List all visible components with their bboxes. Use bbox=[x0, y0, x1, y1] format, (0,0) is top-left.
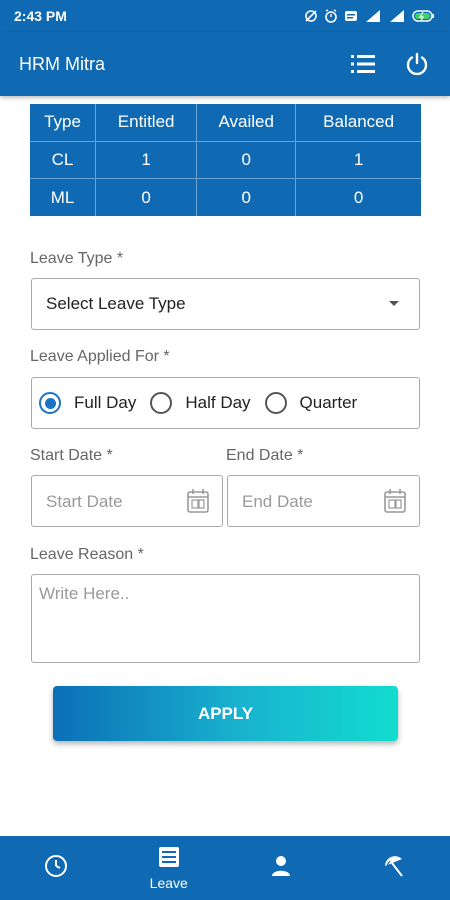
radio-unchecked-icon bbox=[264, 392, 287, 414]
leave-type-value: Select Leave Type bbox=[46, 294, 186, 313]
radio-quarter[interactable]: Quarter bbox=[264, 392, 358, 414]
table-row: ML 0 0 0 bbox=[30, 178, 421, 216]
app-title: HRM Mitra bbox=[19, 53, 105, 74]
table-header-cell: Type bbox=[30, 104, 97, 142]
reason-textarea[interactable]: Write Here.. bbox=[31, 574, 420, 663]
table-cell: 0 bbox=[196, 178, 297, 216]
person-icon bbox=[270, 855, 292, 882]
beach-umbrella-icon bbox=[382, 854, 406, 883]
status-bar: 2:43 PM bbox=[0, 0, 450, 32]
applied-for-label: Leave Applied For * bbox=[30, 348, 170, 365]
menu-list-icon[interactable] bbox=[349, 50, 377, 78]
end-date-field[interactable]: End Date bbox=[227, 475, 420, 527]
start-date-placeholder: Start Date bbox=[46, 492, 123, 511]
table-cell: 1 bbox=[295, 140, 421, 180]
table-cell: 0 bbox=[95, 178, 198, 216]
message-icon bbox=[344, 9, 358, 23]
calendar-icon[interactable] bbox=[186, 488, 210, 519]
end-date-label: End Date * bbox=[226, 447, 304, 464]
leave-type-label: Leave Type * bbox=[30, 250, 124, 267]
sync-off-icon bbox=[304, 9, 318, 23]
signal-icon bbox=[364, 9, 382, 23]
status-icons bbox=[304, 9, 436, 23]
table-header-cell: Balanced bbox=[295, 104, 421, 142]
table-header-cell: Entitled bbox=[95, 104, 198, 142]
calendar-icon[interactable] bbox=[383, 488, 407, 519]
table-row: CL 1 0 1 bbox=[30, 140, 421, 180]
app-bar: HRM Mitra bbox=[0, 32, 450, 96]
radio-label: Quarter bbox=[299, 393, 358, 412]
start-date-field[interactable]: Start Date bbox=[31, 475, 223, 527]
reason-label: Leave Reason * bbox=[30, 546, 144, 563]
table-header-cell: Availed bbox=[196, 104, 297, 142]
table-cell: CL bbox=[30, 140, 97, 180]
radio-half-day[interactable]: Half Day bbox=[150, 392, 251, 414]
radio-label: Half Day bbox=[185, 393, 251, 412]
clock-icon bbox=[44, 854, 68, 883]
reason-placeholder: Write Here.. bbox=[39, 584, 130, 603]
alarm-icon bbox=[324, 9, 338, 23]
nav-item-leave[interactable]: Leave bbox=[113, 836, 226, 900]
dropdown-arrow-icon bbox=[389, 301, 399, 306]
signal-icon-2 bbox=[388, 9, 406, 23]
radio-label: Full Day bbox=[74, 393, 137, 412]
nav-item-attendance[interactable] bbox=[0, 836, 113, 900]
nav-item-profile[interactable] bbox=[225, 836, 338, 900]
power-icon[interactable] bbox=[403, 50, 431, 78]
radio-full-day[interactable]: Full Day bbox=[39, 392, 136, 414]
table-header-row: Type Entitled Availed Balanced bbox=[30, 104, 421, 142]
table-cell: 0 bbox=[196, 140, 297, 180]
status-time: 2:43 PM bbox=[14, 8, 67, 24]
battery-icon bbox=[412, 9, 436, 23]
apply-button[interactable]: APPLY bbox=[53, 686, 398, 741]
leave-type-select[interactable]: Select Leave Type bbox=[31, 278, 420, 330]
table-cell: 0 bbox=[295, 178, 421, 216]
nav-label: Leave bbox=[149, 874, 188, 891]
end-date-placeholder: End Date bbox=[242, 492, 313, 511]
applied-for-radio-group: Full Day Half Day Quarter bbox=[31, 377, 420, 429]
radio-unchecked-icon bbox=[150, 392, 173, 414]
list-icon bbox=[158, 846, 180, 873]
start-date-label: Start Date * bbox=[30, 447, 113, 464]
app-actions bbox=[349, 50, 431, 78]
table-cell: 1 bbox=[95, 140, 198, 180]
nav-item-holidays[interactable] bbox=[338, 836, 450, 900]
leave-balance-table: Type Entitled Availed Balanced CL 1 0 1 … bbox=[30, 104, 421, 216]
bottom-nav: Leave bbox=[0, 836, 450, 900]
radio-checked-icon bbox=[39, 392, 61, 414]
table-cell: ML bbox=[30, 178, 97, 216]
